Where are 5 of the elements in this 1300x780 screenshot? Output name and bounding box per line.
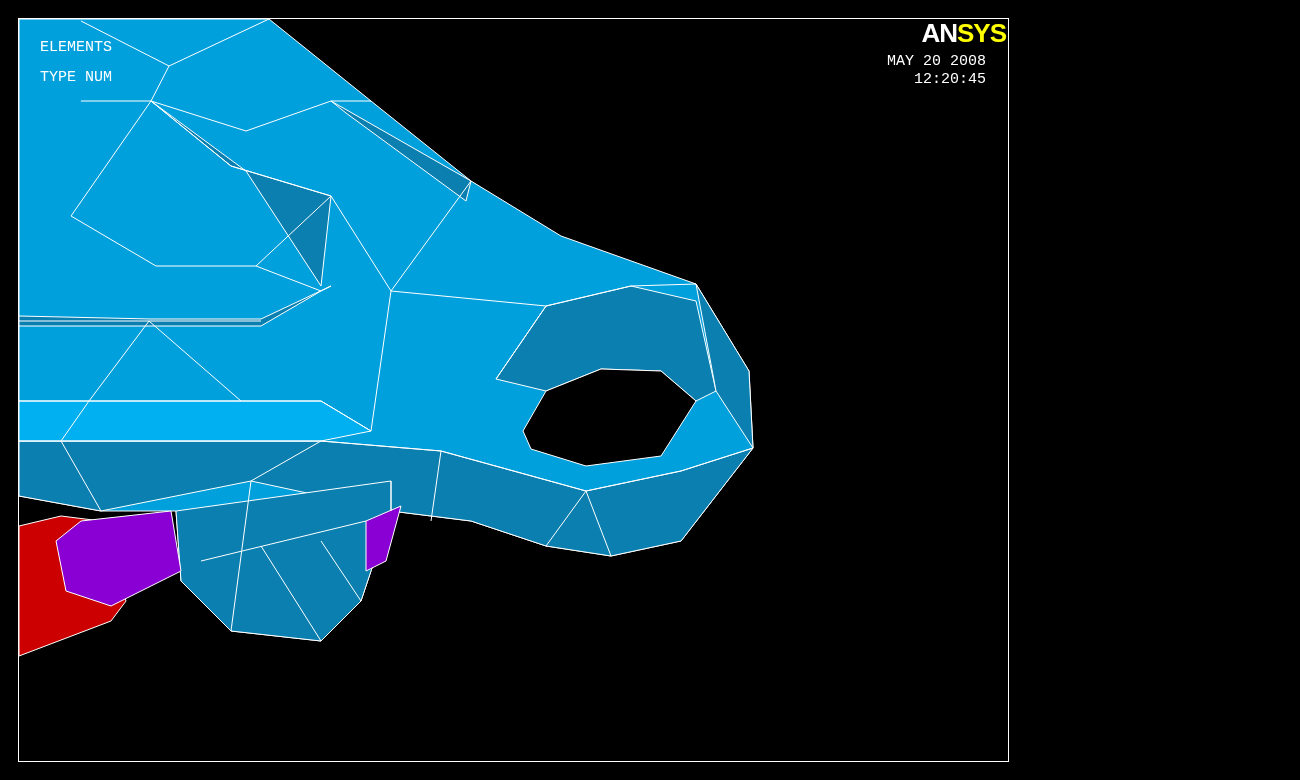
legend-text: TYPE NUM [40, 69, 112, 87]
legend-text: ELEMENTS [40, 39, 112, 57]
logo: ANSYS [921, 19, 1006, 47]
date-text: MAY 20 2008 [886, 53, 986, 71]
time-text: 12:20:45 [914, 71, 986, 89]
